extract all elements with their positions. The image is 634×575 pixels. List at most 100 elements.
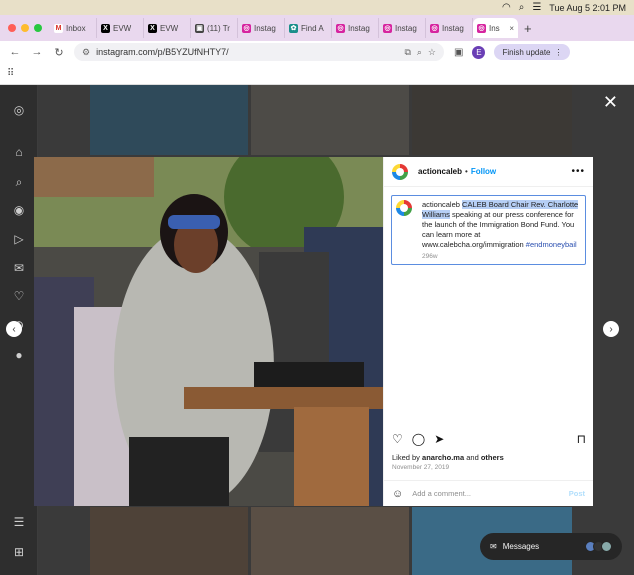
browser-tab[interactable]: X EVW — [97, 18, 144, 38]
caption-block: actioncaleb CALEB Board Chair Rev. Charl… — [391, 195, 586, 265]
comment-composer: ☺ Add a comment... Post — [384, 480, 593, 506]
browser-tab-active[interactable]: ◎ Ins × — [473, 18, 518, 38]
forward-button[interactable]: → — [30, 46, 44, 58]
kebab-menu-icon: ⋮ — [554, 47, 563, 57]
more-menu-icon[interactable]: ☰ — [12, 515, 26, 529]
reload-button[interactable]: ↻ — [52, 46, 66, 59]
zoom-window-button[interactable] — [34, 24, 42, 32]
address-bar[interactable]: ⚙ instagram.com/p/B5YZUfNHTY7/ ⧉ ⌕ ☆ — [74, 43, 444, 61]
site-settings-icon[interactable]: ⚙ — [82, 47, 90, 58]
messages-pill-button[interactable]: ✉ Messages — [480, 533, 622, 560]
post-photo[interactable] — [34, 157, 383, 506]
caption-author-avatar[interactable] — [396, 200, 412, 216]
instagram-favicon-icon: ◎ — [477, 23, 486, 33]
control-center-icon[interactable]: ☰ — [532, 2, 541, 13]
instagram-favicon-icon: ◎ — [242, 23, 251, 33]
separator-dot: • — [465, 167, 468, 176]
post-date: November 27, 2019 — [392, 464, 450, 471]
previous-post-arrow-icon[interactable]: ‹ — [6, 321, 22, 337]
explore-icon[interactable]: ◉ — [12, 203, 26, 217]
tab-label: EVW — [160, 23, 179, 33]
instagram-favicon-icon: ◎ — [383, 23, 392, 33]
avatar — [601, 541, 612, 552]
browser-tab[interactable]: X EVW — [144, 18, 191, 38]
reels-icon[interactable]: ▷ — [12, 232, 26, 246]
tab-label: Find A — [301, 23, 324, 33]
new-tab-button[interactable]: + — [524, 21, 532, 36]
wifi-icon[interactable]: ◠ — [502, 2, 511, 13]
comment-icon[interactable]: ◯ — [412, 432, 425, 446]
profile-avatar[interactable]: E — [472, 45, 486, 59]
search-icon[interactable]: ⌕ — [12, 175, 26, 189]
zoom-icon[interactable]: ⌕ — [417, 47, 422, 58]
follow-button[interactable]: Follow — [471, 167, 496, 176]
minimize-window-button[interactable] — [21, 24, 29, 32]
like-heart-icon[interactable]: ♡ — [392, 432, 403, 446]
tab-label: Ins — [489, 23, 500, 33]
post-details-panel: actioncaleb • Follow ••• actioncaleb CAL… — [383, 157, 593, 506]
finish-update-button[interactable]: Finish update ⋮ — [494, 44, 571, 60]
author-avatar[interactable] — [392, 163, 408, 180]
author-username[interactable]: actioncaleb — [418, 167, 462, 176]
grid-post-thumbnail[interactable] — [90, 85, 248, 155]
instagram-favicon-icon: ◎ — [430, 23, 439, 33]
tab-label: Inbox — [66, 23, 86, 33]
post-comment-button[interactable]: Post — [569, 489, 585, 498]
tab-label: Instag — [254, 23, 276, 33]
grid-post-thumbnail[interactable] — [412, 85, 572, 155]
grid-post-thumbnail[interactable] — [251, 85, 409, 155]
save-bookmark-icon[interactable]: ⊓ — [577, 432, 586, 446]
browser-tab[interactable]: ◎ Instag — [332, 18, 379, 38]
liked-by-others-link[interactable]: others — [481, 453, 504, 462]
bookmarks-bar: ⠿ — [0, 63, 634, 85]
side-panel-icon[interactable]: ▣ — [454, 47, 463, 58]
tab-label: EVW — [113, 23, 132, 33]
instagram-logo-icon[interactable]: ◎ — [12, 103, 26, 117]
emoji-picker-icon[interactable]: ☺ — [392, 488, 403, 500]
browser-tab[interactable]: M Inbox — [50, 18, 97, 38]
menubar-clock[interactable]: Tue Aug 5 2:01 PM — [549, 3, 626, 13]
grid-post-thumbnail[interactable] — [90, 507, 248, 575]
bookmark-star-icon[interactable]: ☆ — [428, 47, 436, 58]
profile-avatar-icon[interactable]: ● — [12, 348, 26, 362]
notifications-heart-icon[interactable]: ♡ — [12, 289, 26, 303]
browser-tab[interactable]: ✿ Find A — [285, 18, 332, 38]
spotlight-search-icon[interactable]: ⌕ — [519, 2, 525, 13]
post-header: actioncaleb • Follow ••• — [384, 157, 593, 187]
browser-tab[interactable]: ▣ (11) Tr — [191, 18, 238, 38]
also-from-meta-icon[interactable]: ⊞ — [12, 545, 26, 559]
post-modal: actioncaleb • Follow ••• actioncaleb CAL… — [34, 157, 593, 506]
messages-label: Messages — [502, 542, 540, 551]
system-menu-bar: ◠ ⌕ ☰ Tue Aug 5 2:01 PM — [0, 0, 634, 15]
home-icon[interactable]: ⌂ — [12, 145, 26, 159]
apps-grid-icon[interactable]: ⠿ — [7, 68, 14, 79]
browser-tab[interactable]: ◎ Instag — [238, 18, 285, 38]
likes-prefix: Liked by — [392, 453, 423, 462]
caption-hashtag-link[interactable]: #endmoneybail — [526, 240, 577, 249]
browser-tab[interactable]: ◎ Instag — [379, 18, 426, 38]
instagram-favicon-icon: ◎ — [336, 23, 345, 33]
close-modal-icon[interactable]: ✕ — [603, 92, 618, 113]
post-caption: actioncaleb CALEB Board Chair Rev. Charl… — [422, 200, 581, 264]
browser-tab[interactable]: ◎ Instag — [426, 18, 473, 38]
url-text[interactable]: instagram.com/p/B5YZUfNHTY7/ — [96, 47, 229, 57]
likes-summary: Liked by anarcho.ma and others — [392, 453, 504, 462]
back-button[interactable]: ← — [8, 46, 22, 58]
more-options-icon[interactable]: ••• — [571, 166, 585, 177]
messenger-icon[interactable]: ✉ — [12, 261, 26, 275]
grid-post-thumbnail[interactable] — [251, 507, 409, 575]
liked-by-username[interactable]: anarcho.ma — [422, 453, 464, 462]
page-favicon-icon: ▣ — [195, 23, 204, 33]
find-favicon-icon: ✿ — [289, 23, 298, 33]
close-tab-icon[interactable]: × — [509, 24, 514, 33]
comment-input[interactable]: Add a comment... — [412, 489, 471, 498]
window-controls — [8, 24, 42, 32]
browser-toolbar: ← → ↻ ⚙ instagram.com/p/B5YZUfNHTY7/ ⧉ ⌕… — [0, 41, 634, 63]
install-app-icon[interactable]: ⧉ — [404, 47, 410, 58]
tab-label: Instag — [395, 23, 417, 33]
next-post-arrow-icon[interactable]: › — [603, 321, 619, 337]
share-send-icon[interactable]: ➤ — [434, 432, 444, 446]
x-favicon-icon: X — [148, 23, 157, 33]
close-window-button[interactable] — [8, 24, 16, 32]
caption-username[interactable]: actioncaleb — [422, 200, 460, 209]
